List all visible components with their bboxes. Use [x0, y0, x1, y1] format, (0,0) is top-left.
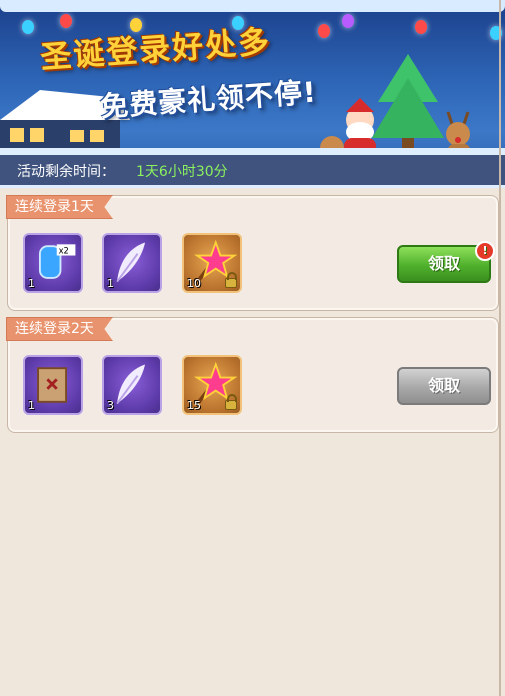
login-reward-day-1: 连续登录1天 x2 1 1 10 领取 ! [6, 195, 499, 311]
claim-button-day-1[interactable]: 领取 ! [397, 241, 495, 283]
banner-title: 圣诞登录好处多 [39, 23, 273, 77]
item-count: 1 [28, 399, 35, 412]
window-border [499, 0, 501, 696]
reward-item-feather[interactable]: 3 [102, 355, 162, 415]
item-count: 15 [187, 399, 201, 412]
snow-edge [0, 0, 505, 12]
item-count: 10 [187, 277, 201, 290]
reward-item-feather[interactable]: 1 [102, 233, 162, 293]
alert-badge-icon: ! [475, 241, 495, 261]
banner-subtitle: 免费豪礼领不停! [99, 75, 318, 124]
event-timer-bar: 活动剩余时间： 1天6小时30分 [0, 155, 505, 185]
reward-item-potion[interactable]: x2 1 [23, 233, 83, 293]
claim-button-day-2[interactable]: 领取 [397, 367, 491, 405]
reward-item-scroll[interactable]: 1 [23, 355, 83, 415]
item-count: 3 [107, 399, 114, 412]
lock-icon [225, 272, 237, 288]
event-banner: 圣诞登录好处多 免费豪礼领不停! 活动剩余时间： 1天6小时30分 [0, 0, 505, 188]
ornament-icon [415, 20, 427, 34]
day-label: 连续登录2天 [6, 317, 113, 341]
claim-button-label: 领取 [427, 254, 460, 273]
reward-item-star-wand[interactable]: 15 [182, 355, 242, 415]
ornament-icon [22, 20, 34, 34]
login-reward-day-2: 连续登录2天 1 3 15 领取 [6, 317, 499, 433]
lock-icon [225, 394, 237, 410]
item-count: 1 [107, 277, 114, 290]
reward-item-star-wand[interactable]: 10 [182, 233, 242, 293]
claim-button-label: 领取 [427, 376, 460, 395]
day-label: 连续登录1天 [6, 195, 113, 219]
timer-label: 活动剩余时间： [17, 164, 115, 180]
ornament-icon [342, 14, 354, 28]
svg-text:x2: x2 [59, 246, 69, 256]
item-count: 1 [28, 277, 35, 290]
ornament-icon [318, 24, 330, 38]
ornament-icon [60, 14, 72, 28]
timer-value: 1天6小时30分 [136, 164, 228, 180]
